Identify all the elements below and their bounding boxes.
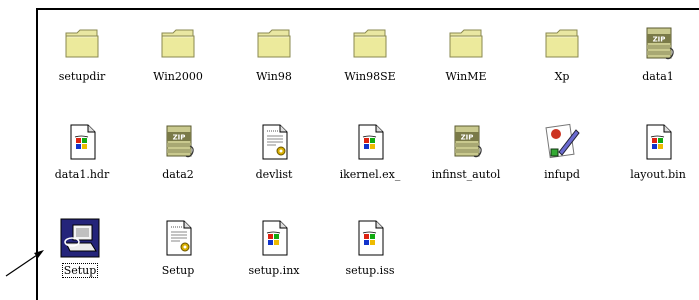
file-label: devlist	[255, 168, 293, 181]
file-item-xp[interactable]: Xp	[522, 24, 602, 84]
pointer-arrow-icon	[5, 250, 44, 277]
zip-cabinet-icon	[446, 122, 486, 162]
folder-icon	[62, 24, 102, 64]
file-item-infinst-autol[interactable]: infinst_autol	[426, 122, 506, 182]
generic-file-icon	[638, 122, 678, 162]
folder-icon	[446, 24, 486, 64]
zip-cabinet-icon	[158, 122, 198, 162]
file-item-setupdir[interactable]: setupdir	[42, 24, 122, 84]
file-label: data2	[162, 168, 194, 181]
file-item-win98[interactable]: Win98	[234, 24, 314, 84]
setup-computer-icon	[60, 218, 100, 258]
file-item-setup-inx[interactable]: setup.inx	[234, 218, 314, 278]
config-file-icon	[254, 122, 294, 162]
file-item-ikernel[interactable]: ikernel.ex_	[330, 122, 410, 182]
file-item-setup-exe[interactable]: Setup	[40, 218, 120, 278]
file-label: WinME	[445, 70, 487, 83]
file-item-win98se[interactable]: Win98SE	[330, 24, 410, 84]
file-label: layout.bin	[630, 168, 686, 181]
file-label: setup.inx	[248, 264, 300, 277]
file-label: ikernel.ex_	[339, 168, 401, 181]
folder-icon	[542, 24, 582, 64]
file-label: Win2000	[153, 70, 203, 83]
file-label: setupdir	[58, 70, 106, 83]
file-label: infinst_autol	[431, 168, 501, 181]
config-file-icon	[158, 218, 198, 258]
folder-icon	[350, 24, 390, 64]
file-label: infupd	[544, 168, 580, 181]
generic-file-icon	[350, 218, 390, 258]
file-item-data1-hdr[interactable]: data1.hdr	[42, 122, 122, 182]
folder-icon	[158, 24, 198, 64]
file-label: Win98SE	[344, 70, 396, 83]
file-item-devlist[interactable]: devlist	[234, 122, 314, 182]
file-item-layout-bin[interactable]: layout.bin	[618, 122, 698, 182]
file-label: setup.iss	[345, 264, 395, 277]
file-item-win2000[interactable]: Win2000	[138, 24, 218, 84]
file-label: data1	[642, 70, 674, 83]
file-label: Win98	[256, 70, 292, 83]
file-list-pane: setupdir Win2000 Win98 Win98SE WinME Xp …	[36, 8, 699, 300]
zip-cabinet-icon	[638, 24, 678, 64]
file-label: Xp	[554, 70, 570, 83]
file-label: data1.hdr	[54, 168, 110, 181]
file-item-winme[interactable]: WinME	[426, 24, 506, 84]
generic-file-icon	[350, 122, 390, 162]
file-item-infupd[interactable]: infupd	[522, 122, 602, 182]
generic-file-icon	[62, 122, 102, 162]
generic-file-icon	[254, 218, 294, 258]
infupd-app-icon	[542, 122, 582, 162]
file-label: Setup	[61, 263, 99, 278]
file-label: Setup	[161, 264, 195, 277]
file-item-data2[interactable]: data2	[138, 122, 218, 182]
folder-icon	[254, 24, 294, 64]
file-item-setup-iss[interactable]: setup.iss	[330, 218, 410, 278]
file-item-setup-ini[interactable]: Setup	[138, 218, 218, 278]
file-item-data1[interactable]: data1	[618, 24, 698, 84]
